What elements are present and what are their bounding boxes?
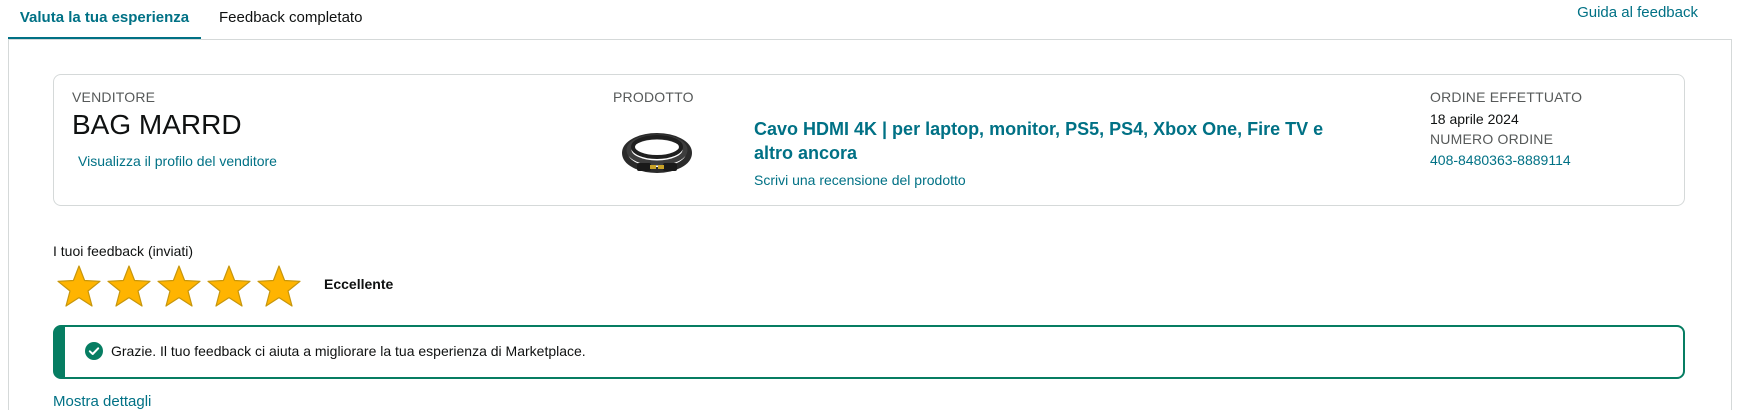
order-number-label: NUMERO ORDINE — [1430, 131, 1554, 147]
product-title-link[interactable]: Cavo HDMI 4K | per laptop, monitor, PS5,… — [754, 117, 1344, 165]
star-icon[interactable] — [256, 264, 302, 310]
alert-message: Grazie. Il tuo feedback ci aiuta a migli… — [111, 343, 586, 359]
right-divider — [1731, 39, 1732, 410]
left-divider — [8, 39, 9, 410]
star-icon[interactable] — [156, 264, 202, 310]
tab-rate-experience[interactable]: Valuta la tua esperienza — [8, 0, 201, 39]
seller-profile-link[interactable]: Visualizza il profilo del venditore — [78, 153, 277, 169]
order-card: VENDITORE BAG MARRD Visualizza il profil… — [53, 74, 1685, 206]
star-rating[interactable] — [56, 264, 306, 310]
check-circle-icon — [85, 342, 103, 360]
write-review-link[interactable]: Scrivi una recensione del prodotto — [754, 172, 966, 188]
hdmi-cable-image[interactable] — [617, 123, 697, 183]
order-date: 18 aprile 2024 — [1430, 111, 1519, 127]
feedback-label: I tuoi feedback (inviati) — [53, 243, 194, 259]
order-number-link[interactable]: 408-8480363-8889114 — [1430, 152, 1571, 168]
star-icon[interactable] — [56, 264, 102, 310]
tab-bar: Valuta la tua esperienza Feedback comple… — [8, 0, 1732, 40]
show-details-link[interactable]: Mostra dettagli — [53, 393, 151, 410]
tab-completed-feedback[interactable]: Feedback completato — [219, 0, 362, 38]
star-icon[interactable] — [106, 264, 152, 310]
seller-label: VENDITORE — [72, 89, 156, 105]
order-placed-label: ORDINE EFFETTUATO — [1430, 89, 1583, 105]
rating-text: Eccellente — [324, 276, 394, 292]
seller-name: BAG MARRD — [72, 109, 242, 140]
success-alert: Grazie. Il tuo feedback ci aiuta a migli… — [53, 325, 1685, 379]
feedback-guide-link[interactable]: Guida al feedback — [1577, 4, 1698, 21]
product-label: PRODOTTO — [613, 89, 694, 105]
star-icon[interactable] — [206, 264, 252, 310]
